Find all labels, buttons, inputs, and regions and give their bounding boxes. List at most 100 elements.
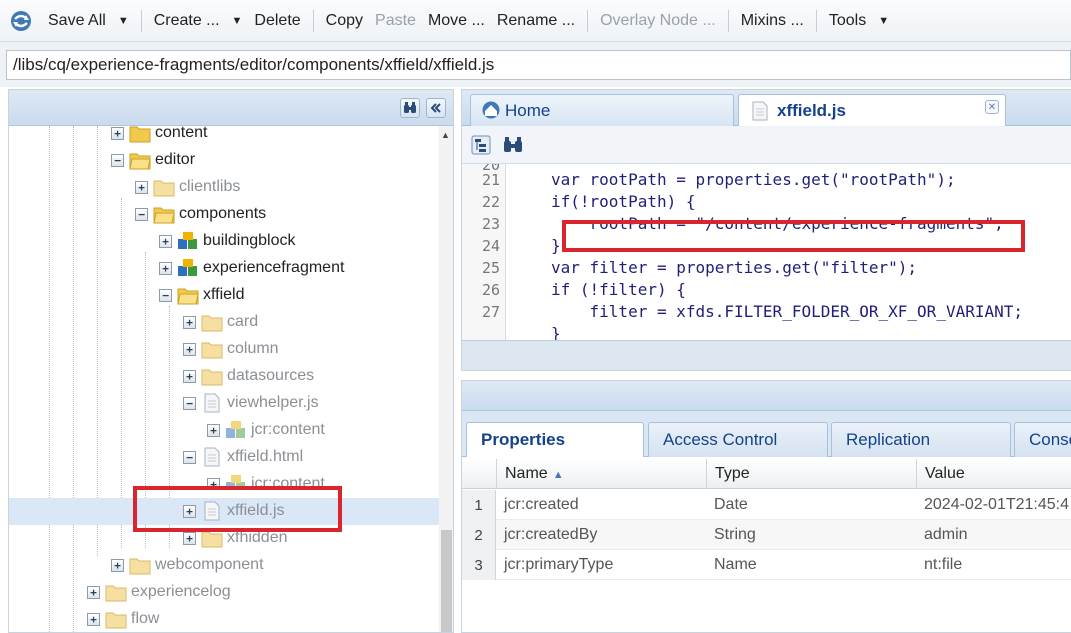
path-input[interactable] <box>6 50 1071 80</box>
collapse-icon[interactable]: − <box>159 289 172 302</box>
tree-node[interactable]: + content <box>9 126 439 147</box>
line-number: 27 <box>481 303 500 321</box>
delete-button[interactable]: Delete <box>248 6 306 36</box>
tree-node[interactable]: + webcomponent <box>9 552 439 579</box>
expand-icon[interactable]: + <box>183 316 196 329</box>
tree-node[interactable]: − viewhelper.js <box>9 390 439 417</box>
expand-icon[interactable]: + <box>183 532 196 545</box>
tab-home[interactable]: Home <box>470 94 734 126</box>
property-name: jcr:primaryType <box>504 556 614 573</box>
tree-node[interactable]: + column <box>9 336 439 363</box>
folder-icon <box>201 369 223 386</box>
expand-icon[interactable]: + <box>183 343 196 356</box>
column-header-name[interactable]: Name ▲ <box>496 459 706 489</box>
tree-node-label: viewhelper.js <box>227 394 319 411</box>
tree-node[interactable]: + datasources <box>9 363 439 390</box>
property-value: 2024-02-01T21:45:4 <box>924 496 1069 513</box>
tree-node[interactable]: + experiencelog <box>9 579 439 606</box>
expand-icon[interactable]: + <box>87 613 100 626</box>
tree-node[interactable]: − xffield.html <box>9 444 439 471</box>
tree-node[interactable]: + xfhidden <box>9 525 439 552</box>
tree-node[interactable]: + clientlibs <box>9 174 439 201</box>
property-value: nt:file <box>924 556 963 573</box>
row-number: 2 <box>462 520 496 550</box>
tree-node[interactable]: − components <box>9 201 439 228</box>
expand-icon[interactable]: + <box>159 262 172 275</box>
properties-panel: Properties Access Control Replication Co… <box>461 380 1071 633</box>
create-button[interactable]: Create ... ▼ <box>148 6 249 36</box>
folder-open-icon <box>153 207 175 224</box>
scroll-up-icon[interactable]: ▲ <box>441 130 450 140</box>
code-text: var filter = properties.get("filter"); <box>551 258 918 277</box>
file-icon <box>204 447 220 467</box>
column-header-type[interactable]: Type <box>706 459 916 489</box>
expand-icon[interactable]: + <box>111 559 124 572</box>
editor-panel: Home xffield.js ✕ 20 21 var rootPath = pr… <box>461 89 1071 371</box>
overlay-node-button[interactable]: Overlay Node ... <box>594 6 722 36</box>
paste-button[interactable]: Paste <box>369 6 422 36</box>
line-number: 26 <box>481 281 500 299</box>
collapse-icon[interactable]: − <box>183 451 196 464</box>
toolbar-separator <box>815 9 817 32</box>
expand-icon[interactable]: + <box>183 505 196 518</box>
tree-node[interactable]: + card <box>9 309 439 336</box>
column-header-value[interactable]: Value <box>916 459 1071 489</box>
search-tree-icon[interactable] <box>400 98 420 118</box>
save-all-button[interactable]: Save All ▼ <box>42 6 135 36</box>
table-row[interactable]: 3 jcr:primaryType Name nt:file <box>462 550 1071 580</box>
collapse-icon[interactable]: − <box>183 397 196 410</box>
expand-icon[interactable]: + <box>159 235 172 248</box>
tree-node[interactable]: + buildingblock <box>9 228 439 255</box>
component-icon <box>178 232 197 249</box>
collapse-icon[interactable]: − <box>135 208 148 221</box>
chevron-down-icon[interactable]: ▼ <box>232 15 243 27</box>
property-type: String <box>714 526 756 543</box>
expand-icon[interactable]: + <box>135 181 148 194</box>
expand-icon[interactable]: + <box>207 478 220 489</box>
collapse-panel-icon[interactable] <box>426 98 446 118</box>
code-text: } <box>551 324 561 340</box>
mixins-button[interactable]: Mixins ... <box>735 6 810 36</box>
chevron-down-icon[interactable]: ▼ <box>118 15 129 27</box>
rename-button[interactable]: Rename ... <box>491 6 581 36</box>
copy-button[interactable]: Copy <box>320 6 369 36</box>
tree-node-label: editor <box>155 151 196 168</box>
code-text: rootPath = "/content/experience-fragment… <box>551 214 1004 233</box>
tab-access-control[interactable]: Access Control <box>648 422 828 457</box>
move-button[interactable]: Move ... <box>422 6 491 36</box>
tree-node[interactable]: − editor <box>9 147 439 174</box>
tree-scrollbar-thumb[interactable] <box>441 530 452 632</box>
chevron-down-icon[interactable]: ▼ <box>878 15 889 27</box>
property-name: jcr:createdBy <box>504 526 598 543</box>
tree-scrollbar[interactable]: ▲ <box>439 126 453 632</box>
tree-node-selected[interactable]: + xffield.js <box>9 498 439 525</box>
find-icon[interactable] <box>502 134 524 156</box>
property-value: admin <box>924 526 968 543</box>
crxde-logo-icon[interactable] <box>0 0 42 42</box>
properties-tabstrip: Properties Access Control Replication Co… <box>462 411 1071 457</box>
code-editor[interactable]: 20 21 var rootPath = properties.get("root… <box>462 164 1071 340</box>
folder-open-icon <box>129 153 151 170</box>
tools-button[interactable]: Tools ▼ <box>823 6 895 36</box>
expand-icon[interactable]: + <box>87 586 100 599</box>
tab-xffield-js[interactable]: xffield.js ✕ <box>738 94 1006 126</box>
tree-node[interactable]: − xffield <box>9 282 439 309</box>
tab-replication[interactable]: Replication <box>831 422 1011 457</box>
tree-view-icon[interactable] <box>470 134 492 156</box>
tab-console[interactable]: Conso <box>1014 422 1071 457</box>
tree-node[interactable]: + jcr:content <box>9 471 439 489</box>
tree-node[interactable]: + experiencefragment <box>9 255 439 282</box>
tree-node[interactable]: + flow <box>9 606 439 632</box>
tree-node-label: jcr:content <box>251 475 325 489</box>
close-icon[interactable]: ✕ <box>985 100 999 114</box>
tree-node[interactable]: + jcr:content <box>9 417 439 444</box>
collapse-icon[interactable]: − <box>111 154 124 167</box>
tab-properties[interactable]: Properties <box>466 422 644 457</box>
expand-icon[interactable]: + <box>207 424 220 437</box>
folder-icon <box>105 612 127 629</box>
expand-icon[interactable]: + <box>183 370 196 383</box>
table-row[interactable]: 2 jcr:createdBy String admin <box>462 520 1071 550</box>
table-row[interactable]: 1 jcr:created Date 2024-02-01T21:45:4 <box>462 490 1071 520</box>
expand-icon[interactable]: + <box>111 127 124 140</box>
tree-node-label: xffield <box>203 286 245 303</box>
